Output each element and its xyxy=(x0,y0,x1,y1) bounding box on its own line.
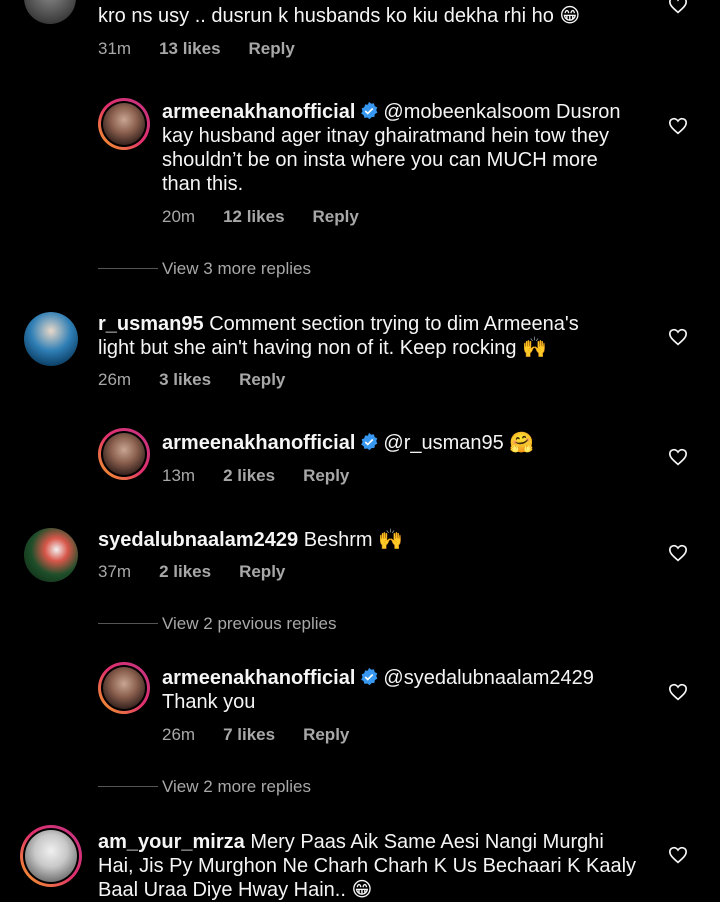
view-previous-replies[interactable]: View 2 previous replies xyxy=(162,614,337,634)
reply-meta: 26m 7 likes Reply xyxy=(162,725,377,745)
comment-text: kro ns usy .. dusrun k husbands ko kiu d… xyxy=(98,5,581,27)
reply-button[interactable]: Reply xyxy=(239,562,285,581)
verified-badge-icon xyxy=(361,101,378,120)
comment-time: 20m xyxy=(162,207,196,226)
username[interactable]: armeenakhanofficial xyxy=(162,101,355,123)
mention-link[interactable]: @r_usman95 xyxy=(383,432,503,454)
grin-emoji: 😁 xyxy=(351,879,373,901)
avatar[interactable] xyxy=(24,0,76,24)
reply-button[interactable]: Reply xyxy=(239,370,285,389)
username[interactable]: am_your_mirza xyxy=(98,831,245,853)
heart-outline-icon[interactable] xyxy=(668,683,688,701)
reply-button[interactable]: Reply xyxy=(313,207,359,226)
grin-emoji: 😁 xyxy=(559,5,581,27)
avatar-armeenakhanofficial[interactable] xyxy=(98,98,150,150)
raised-hands-emoji: 🙌 xyxy=(378,529,404,551)
avatar-r_usman95[interactable] xyxy=(24,312,78,366)
comment-meta: 37m 2 likes Reply xyxy=(98,562,313,582)
username[interactable]: armeenakhanofficial xyxy=(162,667,355,689)
comment-time: 13m xyxy=(162,466,196,485)
comment-text: am_your_mirza Mery Paas Aik Same Aesi Na… xyxy=(98,831,637,901)
comment-meta: 31m 13 likes Reply xyxy=(98,39,323,59)
reply-text: armeenakhanofficial @r_usman95 🤗 xyxy=(162,431,662,455)
reply-button[interactable]: Reply xyxy=(303,725,349,744)
comment-text: syedalubnaalam2429 Beshrm 🙌 xyxy=(98,529,404,551)
mention-link[interactable]: @syedalubnaalam2429 xyxy=(383,667,593,689)
username[interactable]: armeenakhanofficial xyxy=(162,432,355,454)
view-more-replies[interactable]: View 3 more replies xyxy=(162,259,311,279)
heart-outline-icon[interactable] xyxy=(668,0,688,14)
view-more-replies[interactable]: View 2 more replies xyxy=(162,777,311,797)
view-replies-divider xyxy=(98,623,158,624)
reply-button[interactable]: Reply xyxy=(249,39,295,58)
likes-count[interactable]: 7 likes xyxy=(223,725,275,744)
hugging-emoji: 🤗 xyxy=(509,432,535,454)
likes-count[interactable]: 3 likes xyxy=(159,370,211,389)
reply-meta: 20m 12 likes Reply xyxy=(162,207,387,227)
likes-count[interactable]: 12 likes xyxy=(223,207,284,226)
comment-time: 37m xyxy=(98,562,132,581)
comment-time: 26m xyxy=(162,725,196,744)
comment-time: 31m xyxy=(98,39,132,58)
raised-hands-emoji: 🙌 xyxy=(522,337,548,359)
reply-text: armeenakhanofficial @syedalubnaalam2429 T… xyxy=(162,667,594,713)
comment-meta: 26m 3 likes Reply xyxy=(98,370,313,390)
likes-count[interactable]: 13 likes xyxy=(159,39,220,58)
username[interactable]: syedalubnaalam2429 xyxy=(98,529,298,551)
reply-text: armeenakhanofficial @mobeenkalsoom Dusron… xyxy=(162,101,621,195)
verified-badge-icon xyxy=(361,432,378,451)
comment-time: 26m xyxy=(98,370,132,389)
heart-outline-icon[interactable] xyxy=(668,117,688,135)
likes-count[interactable]: 2 likes xyxy=(223,466,275,485)
avatar-armeenakhanofficial[interactable] xyxy=(98,662,150,714)
mention-link[interactable]: @mobeenkalsoom xyxy=(383,101,550,123)
verified-badge-icon xyxy=(361,667,378,686)
reply-meta: 13m 2 likes Reply xyxy=(162,466,377,486)
heart-outline-icon[interactable] xyxy=(668,846,688,864)
likes-count[interactable]: 2 likes xyxy=(159,562,211,581)
view-replies-divider xyxy=(98,268,158,269)
view-replies-divider xyxy=(98,786,158,787)
avatar-am_your_mirza[interactable] xyxy=(20,825,82,887)
avatar-syedalubnaalam2429[interactable] xyxy=(24,528,78,582)
username[interactable]: r_usman95 xyxy=(98,313,204,335)
comment-text: r_usman95 Comment section trying to dim … xyxy=(98,313,579,359)
heart-outline-icon[interactable] xyxy=(668,544,688,562)
avatar-armeenakhanofficial[interactable] xyxy=(98,428,150,480)
heart-outline-icon[interactable] xyxy=(668,328,688,346)
reply-button[interactable]: Reply xyxy=(303,466,349,485)
heart-outline-icon[interactable] xyxy=(668,448,688,466)
